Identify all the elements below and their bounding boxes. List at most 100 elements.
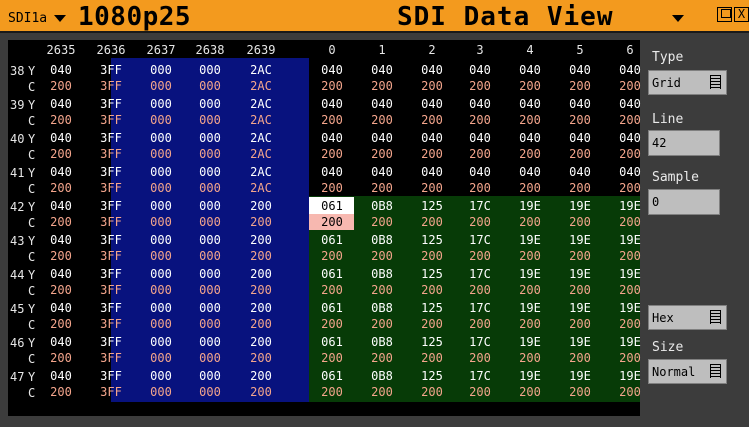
luma-sample-cell[interactable]: 000 <box>187 336 233 349</box>
luma-sample-cell[interactable]: 2AC <box>238 64 284 77</box>
luma-sample-cell[interactable]: 040 <box>38 234 84 247</box>
chroma-sample-cell[interactable]: 200 <box>607 80 653 93</box>
luma-sample-cell[interactable]: 040 <box>38 132 84 145</box>
chroma-sample-cell[interactable]: 200 <box>238 250 284 263</box>
chroma-sample-cell[interactable]: 200 <box>409 284 455 297</box>
chroma-sample-cell[interactable]: 000 <box>187 250 233 263</box>
chroma-sample-cell[interactable]: 200 <box>38 386 84 399</box>
luma-sample-cell[interactable]: 000 <box>138 302 184 315</box>
luma-sample-cell[interactable]: 040 <box>309 98 355 111</box>
luma-sample-cell[interactable]: 040 <box>457 166 503 179</box>
chroma-sample-cell[interactable]: 200 <box>457 284 503 297</box>
luma-sample-cell[interactable]: 19E <box>607 268 653 281</box>
chroma-sample-cell[interactable]: 000 <box>138 182 184 195</box>
chroma-sample-cell[interactable]: 200 <box>507 318 553 331</box>
chroma-sample-cell[interactable]: 200 <box>409 250 455 263</box>
luma-sample-cell[interactable]: 19E <box>557 370 603 383</box>
luma-sample-cell[interactable]: 19E <box>507 370 553 383</box>
chroma-sample-cell[interactable]: 2AC <box>238 182 284 195</box>
luma-sample-cell[interactable]: 040 <box>457 132 503 145</box>
luma-sample-cell[interactable]: 2AC <box>238 166 284 179</box>
luma-sample-cell[interactable]: 125 <box>409 370 455 383</box>
luma-sample-cell[interactable]: 061 <box>309 302 355 315</box>
luma-sample-cell[interactable]: 040 <box>457 98 503 111</box>
chroma-sample-cell[interactable]: 200 <box>309 216 355 229</box>
chroma-sample-cell[interactable]: 200 <box>238 352 284 365</box>
source-selector[interactable]: SDI1a <box>8 11 47 26</box>
luma-sample-cell[interactable]: 040 <box>607 64 653 77</box>
source-dropdown-icon[interactable] <box>54 15 66 22</box>
luma-sample-cell[interactable]: 040 <box>38 200 84 213</box>
chroma-sample-cell[interactable]: 000 <box>187 352 233 365</box>
luma-sample-cell[interactable]: 040 <box>38 302 84 315</box>
chroma-sample-cell[interactable]: 200 <box>359 318 405 331</box>
chroma-sample-cell[interactable]: 200 <box>557 114 603 127</box>
luma-sample-cell[interactable]: 3FF <box>88 64 134 77</box>
chroma-sample-cell[interactable]: 200 <box>507 80 553 93</box>
chroma-sample-cell[interactable]: 200 <box>238 284 284 297</box>
luma-sample-cell[interactable]: 2AC <box>238 98 284 111</box>
chroma-sample-cell[interactable]: 000 <box>138 216 184 229</box>
luma-sample-cell[interactable]: 17C <box>457 336 503 349</box>
luma-sample-cell[interactable]: 040 <box>607 166 653 179</box>
chroma-sample-cell[interactable]: 200 <box>557 386 603 399</box>
chroma-sample-cell[interactable]: 200 <box>38 114 84 127</box>
chroma-sample-cell[interactable]: 3FF <box>88 352 134 365</box>
chroma-sample-cell[interactable]: 000 <box>138 352 184 365</box>
close-icon[interactable]: X <box>734 7 749 22</box>
luma-sample-cell[interactable]: 19E <box>507 302 553 315</box>
luma-sample-cell[interactable]: 17C <box>457 370 503 383</box>
luma-sample-cell[interactable]: 000 <box>187 200 233 213</box>
chroma-sample-cell[interactable]: 200 <box>38 216 84 229</box>
luma-sample-cell[interactable]: 17C <box>457 200 503 213</box>
luma-sample-cell[interactable]: 061 <box>309 336 355 349</box>
luma-sample-cell[interactable]: 3FF <box>88 234 134 247</box>
chroma-sample-cell[interactable]: 200 <box>238 216 284 229</box>
chroma-sample-cell[interactable]: 200 <box>309 250 355 263</box>
type-select[interactable]: Grid <box>648 70 727 95</box>
chroma-sample-cell[interactable]: 200 <box>457 80 503 93</box>
chroma-sample-cell[interactable]: 3FF <box>88 318 134 331</box>
chroma-sample-cell[interactable]: 200 <box>409 386 455 399</box>
luma-sample-cell[interactable]: 040 <box>359 64 405 77</box>
chroma-sample-cell[interactable]: 200 <box>409 182 455 195</box>
luma-sample-cell[interactable]: 3FF <box>88 200 134 213</box>
luma-sample-cell[interactable]: 040 <box>409 64 455 77</box>
chroma-sample-cell[interactable]: 200 <box>607 250 653 263</box>
size-select[interactable]: Normal <box>648 359 727 384</box>
luma-sample-cell[interactable]: 040 <box>607 132 653 145</box>
luma-sample-cell[interactable]: 000 <box>187 268 233 281</box>
chroma-sample-cell[interactable]: 000 <box>138 80 184 93</box>
luma-sample-cell[interactable]: 000 <box>138 200 184 213</box>
luma-sample-cell[interactable]: 3FF <box>88 268 134 281</box>
luma-sample-cell[interactable]: 125 <box>409 336 455 349</box>
chroma-sample-cell[interactable]: 200 <box>238 386 284 399</box>
chroma-sample-cell[interactable]: 200 <box>359 284 405 297</box>
luma-sample-cell[interactable]: 061 <box>309 200 355 213</box>
chroma-sample-cell[interactable]: 000 <box>187 284 233 297</box>
chroma-sample-cell[interactable]: 200 <box>507 284 553 297</box>
luma-sample-cell[interactable]: 19E <box>507 234 553 247</box>
luma-sample-cell[interactable]: 19E <box>607 234 653 247</box>
chroma-sample-cell[interactable]: 000 <box>187 148 233 161</box>
luma-sample-cell[interactable]: 000 <box>138 370 184 383</box>
luma-sample-cell[interactable]: 0B8 <box>359 268 405 281</box>
chroma-sample-cell[interactable]: 3FF <box>88 250 134 263</box>
chroma-sample-cell[interactable]: 200 <box>409 148 455 161</box>
chroma-sample-cell[interactable]: 200 <box>409 114 455 127</box>
luma-sample-cell[interactable]: 125 <box>409 268 455 281</box>
luma-sample-cell[interactable]: 000 <box>138 98 184 111</box>
chroma-sample-cell[interactable]: 200 <box>309 80 355 93</box>
chroma-sample-cell[interactable]: 200 <box>309 148 355 161</box>
chroma-sample-cell[interactable]: 3FF <box>88 386 134 399</box>
chroma-sample-cell[interactable]: 200 <box>38 148 84 161</box>
luma-sample-cell[interactable]: 2AC <box>238 132 284 145</box>
chroma-sample-cell[interactable]: 200 <box>309 284 355 297</box>
chroma-sample-cell[interactable]: 200 <box>557 216 603 229</box>
luma-sample-cell[interactable]: 040 <box>359 166 405 179</box>
luma-sample-cell[interactable]: 040 <box>38 64 84 77</box>
chroma-sample-cell[interactable]: 200 <box>309 386 355 399</box>
chroma-sample-cell[interactable]: 200 <box>557 148 603 161</box>
luma-sample-cell[interactable]: 040 <box>557 64 603 77</box>
chroma-sample-cell[interactable]: 200 <box>557 352 603 365</box>
